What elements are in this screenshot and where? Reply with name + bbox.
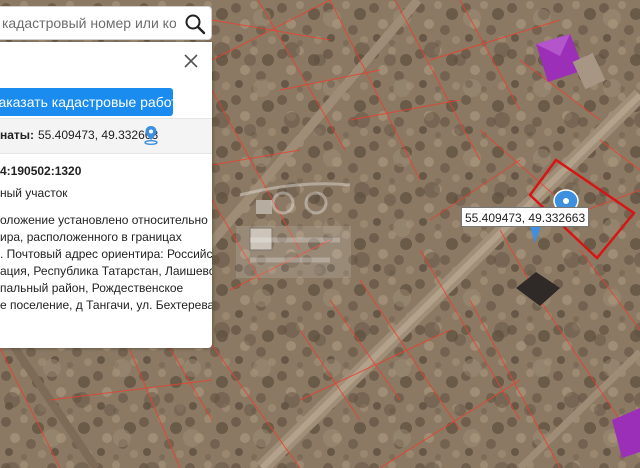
coordinates-label: наты: — [0, 128, 35, 142]
parcel-info-panel: Заказать кадастровые работы наты: 55.409… — [0, 42, 212, 348]
object-type: ный участок — [0, 186, 68, 200]
coordinates-row: наты: 55.409473, 49.332663 — [0, 118, 212, 154]
search-button[interactable] — [180, 9, 210, 39]
address-line: ация, Республика Татарстан, Лаишевский — [0, 264, 212, 278]
order-cadastral-works-button[interactable]: Заказать кадастровые работы — [0, 88, 173, 116]
cadastral-number: 4:190502:1320 — [0, 164, 82, 178]
marker-coordinates-label: 55.409473, 49.332663 — [461, 207, 590, 227]
address-line: . Почтовый адрес ориентира: Российская — [0, 247, 212, 261]
search-input[interactable] — [0, 7, 176, 39]
address-line: ира, расположенного в границах — [0, 230, 182, 244]
location-pin-icon[interactable] — [143, 125, 159, 145]
address-line: оложение установлено относительно — [0, 213, 208, 227]
address-line: пальный район, Рождественское — [0, 281, 184, 295]
search-bar — [0, 6, 212, 40]
close-icon — [184, 54, 198, 68]
close-button[interactable] — [180, 50, 202, 72]
address-line: е поселение, д Тангачи, ул. Бехтерева, з… — [0, 298, 212, 312]
search-icon — [185, 14, 206, 35]
coordinates-value: 55.409473, 49.332663 — [38, 128, 159, 142]
